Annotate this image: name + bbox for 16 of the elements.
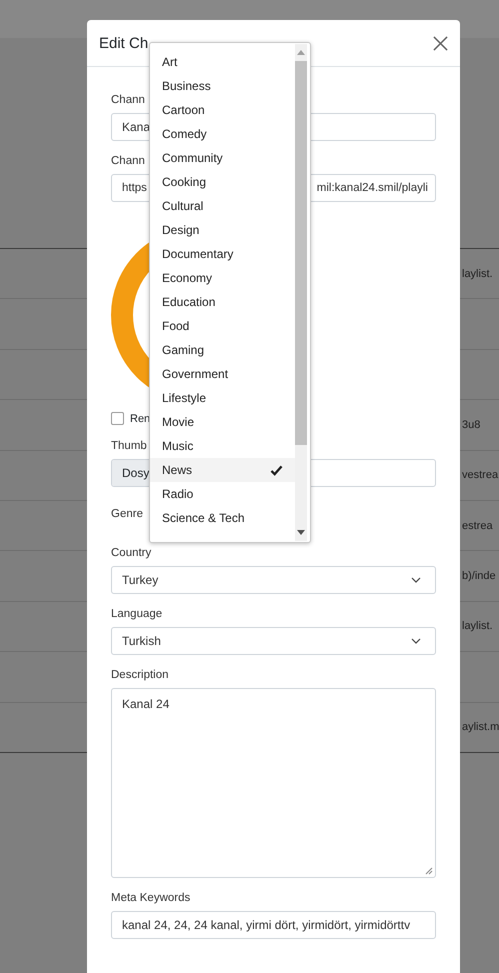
table-cell: aylist.m bbox=[462, 721, 499, 734]
field-label: Chann bbox=[111, 155, 145, 167]
table-cell: vestrea bbox=[462, 469, 498, 482]
field-label: Meta Keywords bbox=[111, 892, 190, 904]
table-cell: b)/inde bbox=[462, 570, 496, 582]
field-label: Thumb bbox=[111, 440, 147, 452]
table-cell: laylist. bbox=[462, 620, 493, 632]
modal-title: Edit Ch bbox=[99, 34, 148, 52]
table-cell: estrea bbox=[462, 520, 493, 532]
field-label: Country bbox=[111, 547, 152, 559]
field-label: Chann bbox=[111, 94, 145, 106]
field-label: Description bbox=[111, 669, 169, 681]
table-cell: 3u8 bbox=[462, 418, 480, 431]
field-label: Language bbox=[111, 608, 162, 620]
table-cell: laylist. bbox=[462, 268, 493, 280]
field-label: Genre bbox=[111, 508, 143, 520]
